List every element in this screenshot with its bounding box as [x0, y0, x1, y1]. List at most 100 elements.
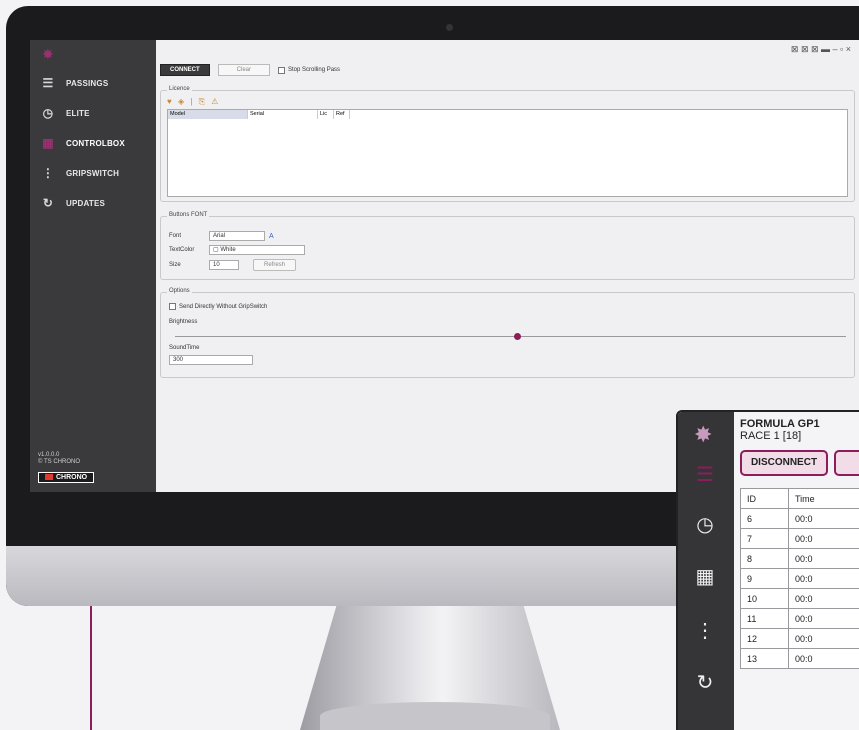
textcolor-select[interactable]: ▢ White	[209, 245, 305, 255]
sidebar-item-label: ELITE	[66, 108, 90, 118]
size-spinbox[interactable]: 10	[209, 260, 239, 270]
cell-id: 8	[740, 548, 789, 569]
mobile-main: FORMULA GP1 RACE 1 [18] DISCONNECT ID Ti…	[734, 412, 859, 730]
version-info: v1.0.0.0 © TS CHRONO	[38, 452, 80, 466]
cell-id: 7	[740, 528, 789, 549]
version-text: v1.0.0.0	[38, 452, 60, 458]
cell-id: 9	[740, 568, 789, 589]
column-header[interactable]: Lic	[318, 110, 334, 119]
race-title: FORMULA GP1	[740, 418, 820, 430]
font-label: Font	[169, 233, 182, 239]
cell-id: 11	[740, 608, 789, 629]
list-icon[interactable]: ☰	[694, 462, 716, 487]
window-controls[interactable]: ⊠ ⊠ ⊠ ▬ – ▫ ×	[791, 44, 851, 55]
options-group: Options Send Directly Without GripSwitch…	[160, 288, 855, 378]
cell-time: 00:0	[788, 648, 859, 669]
secondary-button[interactable]	[834, 450, 859, 476]
checkbox-label: Send Directly Without GripSwitch	[179, 303, 268, 310]
textcolor-value: White	[220, 247, 236, 253]
column-header[interactable]: Ref	[334, 110, 350, 119]
checkbox-box[interactable]	[169, 303, 176, 310]
cell-id: 6	[740, 508, 789, 529]
product-photo: ✸ ☰ PASSINGS ◷ ELITE ▦ CONTROLBOX ⋮ GRIP…	[0, 0, 859, 730]
column-header[interactable]: Serial	[248, 110, 318, 119]
sidebar-item-controlbox[interactable]: ▦ CONTROLBOX	[30, 128, 156, 158]
cell-time: 00:0	[788, 628, 859, 649]
stopwatch-icon: ◷	[42, 106, 54, 120]
copyright-text: © TS CHRONO	[38, 459, 80, 465]
sidebar-item-gripswitch[interactable]: ⋮ GRIPSWITCH	[30, 158, 156, 188]
camera-dot	[446, 24, 453, 31]
textcolor-label: TextColor	[169, 247, 195, 253]
size-row: Size 10 Refresh	[169, 259, 297, 271]
refresh-button[interactable]: Refresh	[253, 259, 297, 271]
table-row[interactable]: 10 00:0	[740, 588, 859, 609]
stopwatch-icon[interactable]: ◷	[694, 512, 716, 537]
sidebar: ✸ ☰ PASSINGS ◷ ELITE ▦ CONTROLBOX ⋮ GRIP…	[30, 40, 156, 492]
licence-group: Licence ♥ ◈ | ⎘ ⚠ Model Serial Lic Ref	[160, 86, 855, 202]
soundtime-label: SoundTime	[169, 345, 200, 351]
table-row[interactable]: 7 00:0	[740, 528, 859, 549]
mobile-sidebar: ✸ ☰ ◷ ▦ ⋮ ↻	[678, 412, 734, 730]
column-header-time: Time	[788, 488, 859, 509]
textcolor-row: TextColor ▢ White	[169, 245, 305, 255]
size-label: Size	[169, 262, 181, 268]
monitor-base	[320, 702, 550, 730]
licence-tool-icons[interactable]: ♥ ◈ | ⎘ ⚠	[167, 97, 220, 107]
table-row[interactable]: 9 00:0	[740, 568, 859, 589]
grid-icon: ▦	[42, 136, 54, 150]
cell-time: 00:0	[788, 608, 859, 629]
table-row[interactable]: 8 00:0	[740, 548, 859, 569]
cell-time: 00:0	[788, 588, 859, 609]
table-row[interactable]: 12 00:0	[740, 628, 859, 649]
licence-table[interactable]: Model Serial Lic Ref	[167, 109, 848, 197]
cell-time: 00:0	[788, 568, 859, 589]
table-header-row: ID Time	[740, 488, 859, 509]
refresh-icon[interactable]: ↻	[694, 670, 716, 695]
refresh-icon: ↻	[42, 196, 54, 210]
brand-logo-icon: ✸	[42, 46, 54, 62]
mobile-app-window: ✸ ☰ ◷ ▦ ⋮ ↻ FORMULA GP1 RACE 1 [18] DISC…	[676, 410, 859, 730]
column-header[interactable]: Model	[168, 110, 248, 119]
decorative-line	[90, 606, 92, 730]
brightness-slider[interactable]	[175, 333, 846, 340]
font-picker-icon[interactable]: A	[269, 233, 274, 240]
connect-button[interactable]: CONNECT	[160, 64, 210, 76]
checkbox-box[interactable]	[278, 66, 286, 74]
switch-icon[interactable]: ⋮	[694, 618, 716, 643]
group-title: Options	[167, 288, 192, 294]
soundtime-spinbox[interactable]: 300	[169, 355, 253, 365]
race-subtitle: RACE 1 [18]	[740, 430, 802, 442]
slider-thumb[interactable]	[514, 333, 522, 340]
column-header-id: ID	[740, 488, 789, 509]
soundtime-row: 300	[169, 355, 253, 365]
table-row[interactable]: 6 00:0	[740, 508, 859, 529]
sidebar-item-label: CONTROLBOX	[66, 138, 125, 148]
cell-id: 10	[740, 588, 789, 609]
font-row: Font Arial A	[169, 231, 274, 241]
table-header: Model Serial Lic Ref	[168, 110, 847, 119]
clear-button[interactable]: Clear	[217, 64, 271, 76]
buttons-font-group: Buttons FONT Font Arial A TextColor ▢ Wh…	[160, 212, 855, 280]
table-row[interactable]: 13 00:0	[740, 648, 859, 669]
disconnect-button[interactable]: DISCONNECT	[740, 450, 828, 476]
cell-id: 12	[740, 628, 789, 649]
sidebar-item-passings[interactable]: ☰ PASSINGS	[30, 68, 156, 98]
list-icon: ☰	[42, 76, 54, 90]
group-title: Licence	[167, 86, 192, 92]
passings-table: ID Time 6 00:0 7 00:0 8 00:0 9 00:0 10 00:0 1…	[740, 488, 859, 669]
font-field[interactable]: Arial	[209, 231, 265, 241]
cell-time: 00:0	[788, 508, 859, 529]
switch-icon: ⋮	[41, 166, 55, 180]
stop-scrolling-checkbox[interactable]: Stop Scrolling Pass	[278, 66, 341, 74]
sidebar-item-updates[interactable]: ↻ UPDATES	[30, 188, 156, 218]
sidebar-item-label: GRIPSWITCH	[66, 168, 120, 178]
chrono-logo: CHRONO	[38, 472, 95, 483]
table-row[interactable]: 11 00:0	[740, 608, 859, 629]
checkbox-label: Stop Scrolling Pass	[288, 67, 341, 73]
cell-time: 00:0	[788, 548, 859, 569]
cell-id: 13	[740, 648, 789, 669]
send-directly-checkbox[interactable]: Send Directly Without GripSwitch	[169, 303, 267, 310]
grid-icon[interactable]: ▦	[694, 564, 716, 589]
sidebar-item-elite[interactable]: ◷ ELITE	[30, 98, 156, 128]
